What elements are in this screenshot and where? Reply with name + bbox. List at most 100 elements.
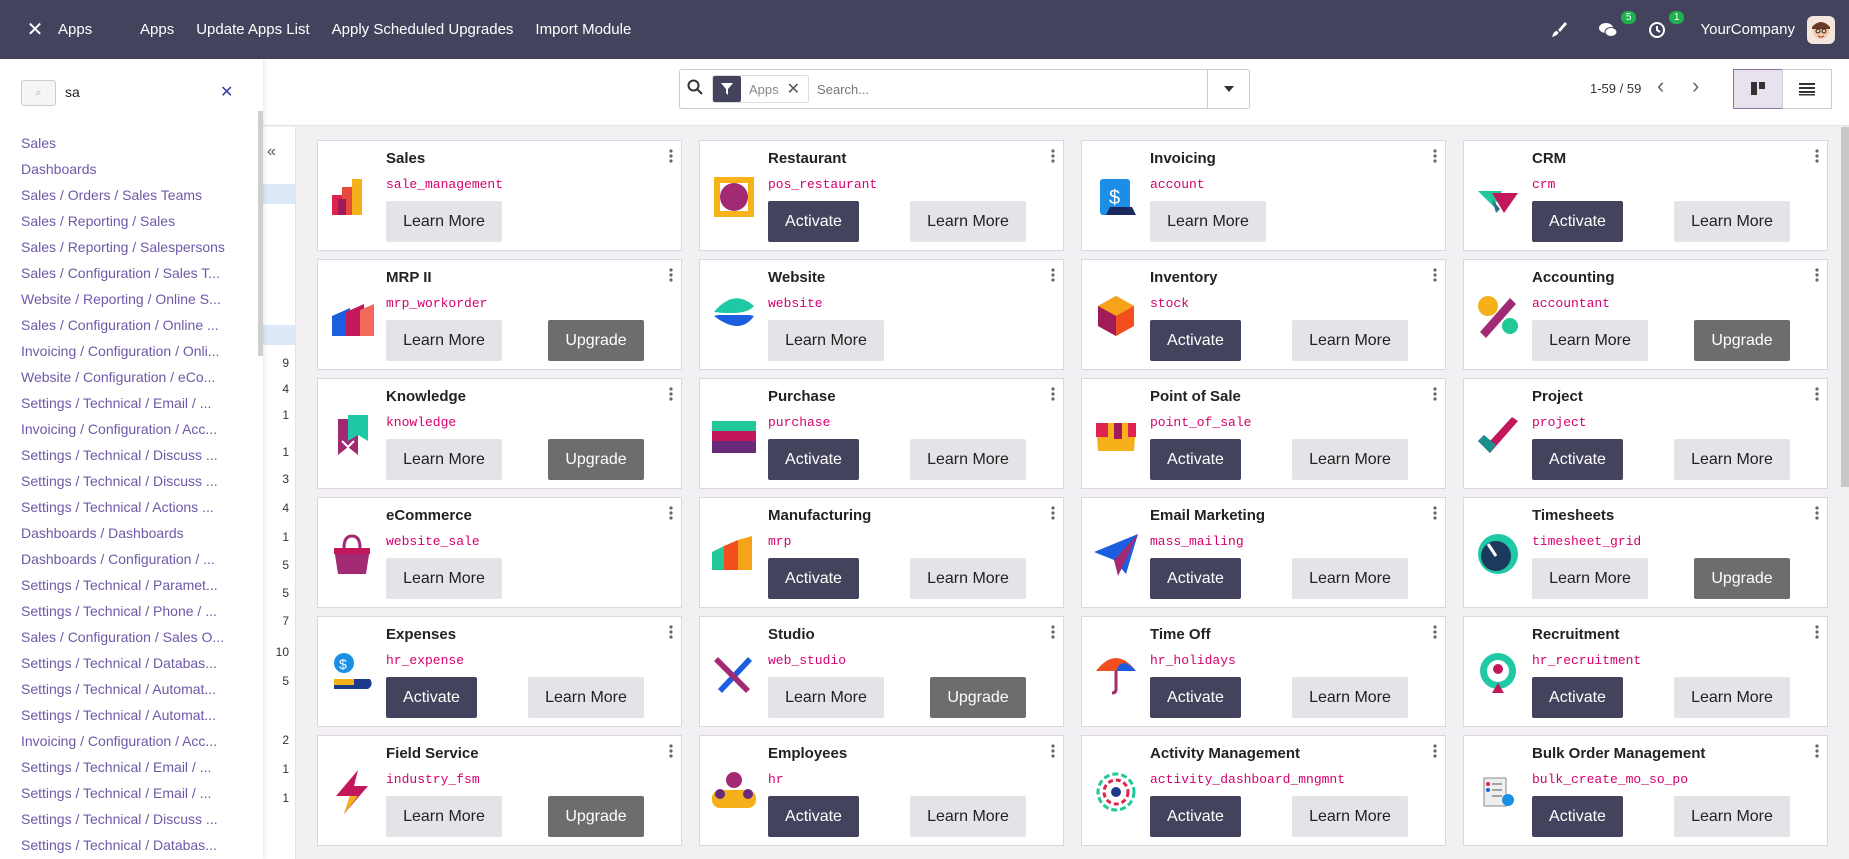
learn-more-button[interactable]: Learn More (1674, 677, 1790, 718)
activate-button[interactable]: Activate (1532, 201, 1623, 242)
learn-more-button[interactable]: Learn More (528, 677, 644, 718)
learn-more-button[interactable]: Learn More (1150, 201, 1266, 242)
activate-button[interactable]: Activate (1532, 796, 1623, 837)
pager-value[interactable]: 1-59 / 59 (1590, 81, 1641, 96)
kebab-menu-icon[interactable] (1051, 625, 1055, 642)
menu-search-result[interactable]: Sales / Reporting / Sales (21, 208, 246, 234)
menu-search-field[interactable]: ⌕ (21, 80, 56, 106)
kebab-menu-icon[interactable] (1051, 744, 1055, 761)
menu-search-result[interactable]: Sales / Configuration / Sales T... (21, 260, 246, 286)
messages-icon[interactable]: 5 (1598, 10, 1637, 39)
learn-more-button[interactable]: Learn More (1292, 796, 1408, 837)
upgrade-button[interactable]: Upgrade (1694, 558, 1790, 599)
learn-more-button[interactable]: Learn More (386, 201, 502, 242)
kebab-menu-icon[interactable] (1433, 744, 1437, 761)
menu-search-result[interactable]: Dashboards (21, 156, 246, 182)
menu-search-result[interactable]: Settings / Technical / Discuss ... (21, 468, 246, 494)
kebab-menu-icon[interactable] (1051, 506, 1055, 523)
kebab-menu-icon[interactable] (669, 387, 673, 404)
menu-search-result[interactable]: Invoicing / Configuration / Acc... (21, 416, 246, 442)
kebab-menu-icon[interactable] (1051, 268, 1055, 285)
activate-button[interactable]: Activate (1532, 439, 1623, 480)
learn-more-button[interactable]: Learn More (386, 796, 502, 837)
pager-previous-icon[interactable]: ‹ (1657, 73, 1664, 99)
activate-button[interactable]: Activate (1532, 677, 1623, 718)
menu-search-result[interactable]: Sales / Reporting / Salespersons (21, 234, 246, 260)
activate-button[interactable]: Activate (1150, 558, 1241, 599)
activate-button[interactable]: Activate (386, 677, 477, 718)
app-brand[interactable]: Apps (58, 21, 130, 38)
kebab-menu-icon[interactable] (1815, 387, 1819, 404)
menu-item-apps[interactable]: Apps (140, 21, 174, 38)
menu-item-import-module[interactable]: Import Module (535, 21, 631, 38)
company-switcher[interactable]: YourCompany (1700, 21, 1795, 38)
kebab-menu-icon[interactable] (1815, 625, 1819, 642)
learn-more-button[interactable]: Learn More (1292, 439, 1408, 480)
user-avatar[interactable] (1807, 15, 1835, 44)
activate-button[interactable]: Activate (1150, 677, 1241, 718)
close-icon[interactable]: ✕ (24, 17, 46, 42)
activate-button[interactable]: Activate (1150, 320, 1241, 361)
kebab-menu-icon[interactable] (1433, 506, 1437, 523)
learn-more-button[interactable]: Learn More (910, 796, 1026, 837)
kebab-menu-icon[interactable] (1815, 744, 1819, 761)
menu-search-result[interactable]: Settings / Technical / Automat... (21, 702, 246, 728)
menu-search-result[interactable]: Settings / Technical / Databas... (21, 832, 246, 858)
kebab-menu-icon[interactable] (669, 744, 673, 761)
kebab-menu-icon[interactable] (669, 625, 673, 642)
menu-item-update-apps-list[interactable]: Update Apps List (196, 21, 309, 38)
kebab-menu-icon[interactable] (1815, 268, 1819, 285)
learn-more-button[interactable]: Learn More (768, 320, 884, 361)
activate-button[interactable]: Activate (768, 439, 859, 480)
menu-search-result[interactable]: Sales / Configuration / Online ... (21, 312, 246, 338)
activate-button[interactable]: Activate (768, 796, 859, 837)
learn-more-button[interactable]: Learn More (910, 439, 1026, 480)
learn-more-button[interactable]: Learn More (1292, 677, 1408, 718)
menu-search-result[interactable]: Settings / Technical / Email / ... (21, 780, 246, 806)
panel-scrollbar[interactable] (258, 111, 263, 356)
menu-search-result[interactable]: Settings / Technical / Email / ... (21, 754, 246, 780)
menu-search-result[interactable]: Sales / Configuration / Sales O... (21, 624, 246, 650)
menu-search-result[interactable]: Website / Configuration / eCo... (21, 364, 246, 390)
search-input[interactable] (817, 74, 1198, 104)
menu-item-apply-scheduled-upgrades[interactable]: Apply Scheduled Upgrades (332, 21, 514, 38)
kebab-menu-icon[interactable] (1433, 387, 1437, 404)
upgrade-button[interactable]: Upgrade (548, 439, 644, 480)
menu-search-result[interactable]: Settings / Technical / Automat... (21, 676, 246, 702)
menu-search-result[interactable]: Invoicing / Configuration / Onli... (21, 338, 246, 364)
menu-search-result[interactable]: Sales / Orders / Sales Teams (21, 182, 246, 208)
remove-facet-icon[interactable]: ✕ (787, 79, 808, 99)
learn-more-button[interactable]: Learn More (1674, 439, 1790, 480)
menu-search-result[interactable]: Settings / Technical / Email / ... (21, 390, 246, 416)
learn-more-button[interactable]: Learn More (910, 558, 1026, 599)
main-scrollbar[interactable] (1841, 127, 1849, 487)
close-search-icon[interactable]: ✕ (220, 82, 233, 102)
menu-search-query[interactable]: sa (65, 84, 80, 100)
search-options-toggle[interactable] (1207, 70, 1249, 108)
kebab-menu-icon[interactable] (1051, 387, 1055, 404)
brush-icon[interactable] (1550, 21, 1568, 39)
kanban-view-button[interactable] (1733, 69, 1783, 109)
kebab-menu-icon[interactable] (1433, 625, 1437, 642)
activate-button[interactable]: Activate (768, 558, 859, 599)
list-view-button[interactable] (1782, 69, 1832, 109)
learn-more-button[interactable]: Learn More (386, 439, 502, 480)
learn-more-button[interactable]: Learn More (1292, 558, 1408, 599)
menu-search-result[interactable]: Settings / Technical / Discuss ... (21, 806, 246, 832)
upgrade-button[interactable]: Upgrade (1694, 320, 1790, 361)
pager-next-icon[interactable]: › (1692, 73, 1699, 99)
learn-more-button[interactable]: Learn More (386, 558, 502, 599)
learn-more-button[interactable]: Learn More (1532, 320, 1648, 361)
learn-more-button[interactable]: Learn More (910, 201, 1026, 242)
activate-button[interactable]: Activate (768, 201, 859, 242)
kebab-menu-icon[interactable] (1815, 506, 1819, 523)
kebab-menu-icon[interactable] (669, 268, 673, 285)
kebab-menu-icon[interactable] (669, 506, 673, 523)
upgrade-button[interactable]: Upgrade (548, 796, 644, 837)
menu-search-result[interactable]: Invoicing / Configuration / Acc... (21, 728, 246, 754)
menu-search-result[interactable]: Settings / Technical / Actions ... (21, 494, 246, 520)
kebab-menu-icon[interactable] (1433, 149, 1437, 166)
menu-search-result[interactable]: Sales (21, 130, 246, 156)
activate-button[interactable]: Activate (1150, 439, 1241, 480)
menu-search-result[interactable]: Settings / Technical / Paramet... (21, 572, 246, 598)
